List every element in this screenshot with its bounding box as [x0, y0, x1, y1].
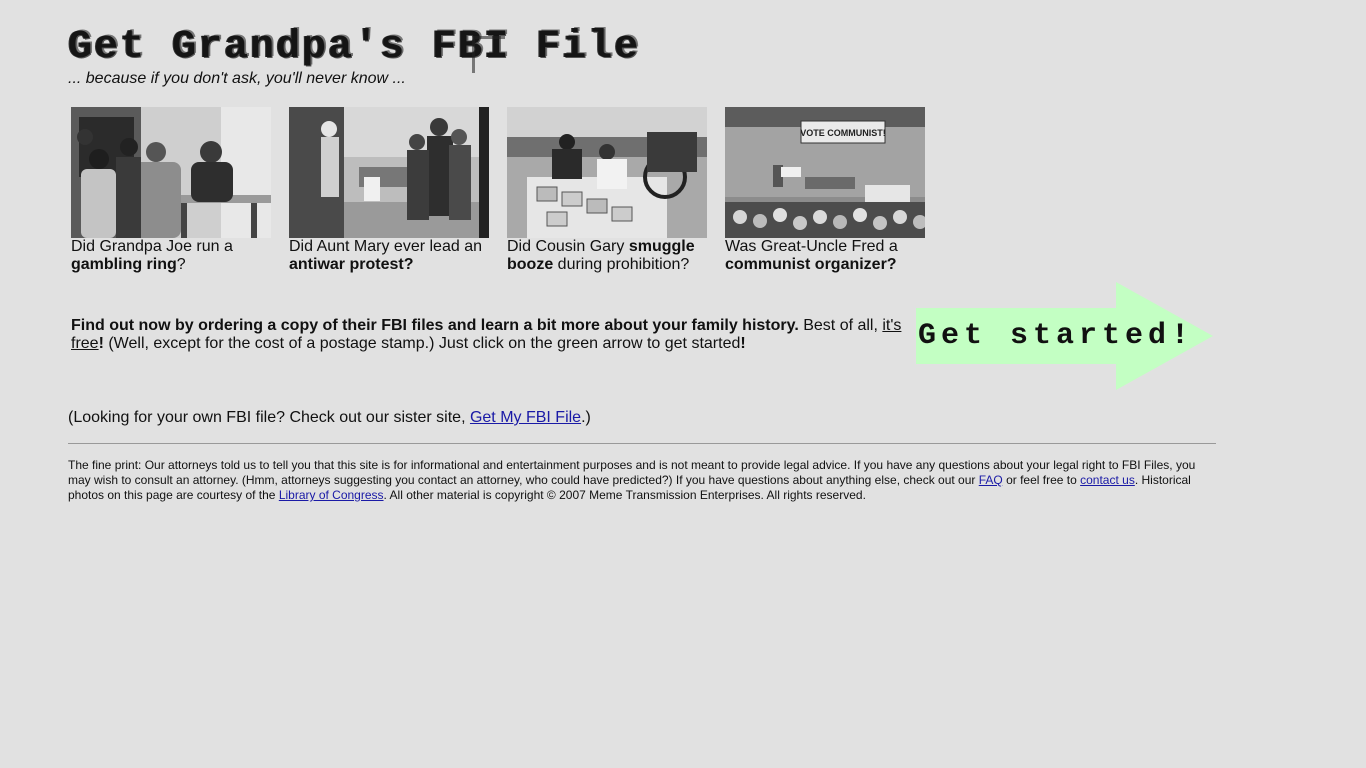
caption-emphasis: gambling ring [71, 256, 177, 273]
gallery-caption: Did Cousin Gary smuggle booze during pro… [507, 238, 707, 274]
get-started-label: Get started! [918, 319, 1195, 353]
fine-print: The fine print: Our attorneys told us to… [68, 458, 1218, 503]
caption-text-end: during prohibition? [553, 256, 690, 273]
site-title: Get Grandpa's FBI File [68, 24, 768, 73]
sister-post: .) [581, 409, 591, 426]
tagline: ... because if you don't ask, you'll nev… [68, 70, 406, 87]
gallery-card: Did Grandpa Joe run a gambling ring? [71, 107, 271, 274]
rally-photo: VOTE COMMUNIST! [725, 107, 925, 238]
cta-end-bang: ! [740, 335, 746, 352]
caption-emphasis: antiwar protest? [289, 256, 414, 273]
caption-text-end: ? [176, 256, 186, 273]
gallery-card: VOTE COMMUNIST! Was Great-Uncle Fred a c… [725, 107, 925, 274]
gallery-caption: Did Aunt Mary ever lead an antiwar prote… [289, 238, 489, 274]
caption-text: Did Cousin Gary [507, 238, 629, 255]
divider [68, 443, 1216, 444]
faq-link[interactable]: FAQ [979, 473, 1003, 487]
gallery-card: Did Cousin Gary smuggle booze during pro… [507, 107, 707, 274]
library-of-congress-link[interactable]: Library of Congress [279, 488, 384, 502]
fine-text-4: . All other material is copyright © 2007… [383, 488, 866, 502]
get-started-arrow-button[interactable]: Get started! [916, 282, 1213, 390]
gallery-caption: Was Great-Uncle Fred a communist organiz… [725, 238, 925, 274]
fine-text-2: or feel free to [1002, 473, 1081, 487]
gallery-card: Did Aunt Mary ever lead an antiwar prote… [289, 107, 489, 274]
protest-photo [289, 107, 489, 238]
stamp-smudge [472, 36, 505, 73]
cta-middle: Best of all, [798, 317, 883, 334]
sister-site-link[interactable]: Get My FBI File [470, 409, 581, 426]
caption-text: Did Aunt Mary ever lead an [289, 238, 482, 255]
cta-lead: Find out now by ordering a copy of their… [71, 317, 799, 334]
gallery-caption: Did Grandpa Joe run a gambling ring? [71, 238, 271, 274]
contact-us-link[interactable]: contact us [1080, 473, 1135, 487]
caption-text: Did Grandpa Joe run a [71, 238, 233, 255]
rally-banner-text: VOTE COMMUNIST! [800, 128, 886, 138]
sister-pre: (Looking for your own FBI file? Check ou… [68, 409, 470, 426]
bootleg-photo [507, 107, 707, 238]
caption-text: Was Great-Uncle Fred a [725, 238, 898, 255]
card-game-photo [71, 107, 271, 238]
sister-site-note: (Looking for your own FBI file? Check ou… [68, 408, 968, 428]
photo-gallery: Did Grandpa Joe run a gambling ring? Did… [71, 107, 951, 277]
cta-paragraph: Find out now by ordering a copy of their… [71, 317, 906, 353]
site-title-text: Get Grandpa's FBI File [68, 25, 641, 70]
cta-rest: (Well, except for the cost of a postage … [103, 335, 741, 352]
caption-emphasis: communist organizer? [725, 256, 897, 273]
